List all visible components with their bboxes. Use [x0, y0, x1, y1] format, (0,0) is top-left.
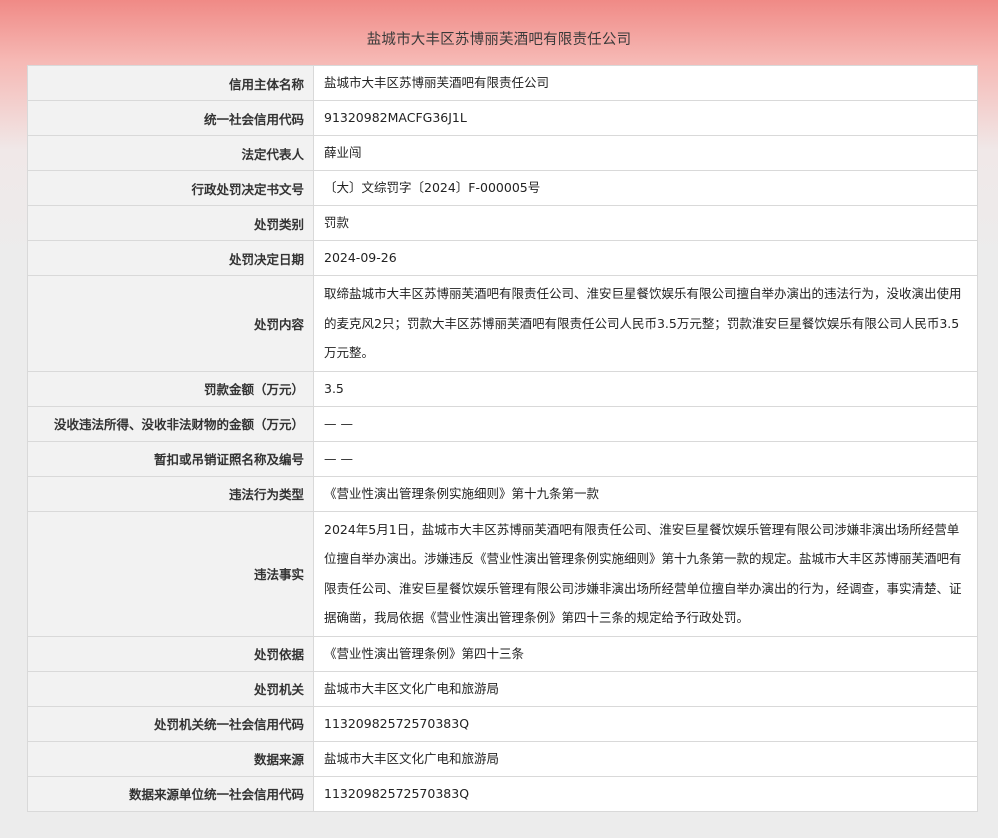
field-value-authority-credit-code: 11320982572570383Q: [313, 705, 978, 742]
field-value-decision-number: 〔大〕文综罚字〔2024〕F-000005号: [313, 170, 978, 206]
table-row: 数据来源单位统一社会信用代码 11320982572570383Q: [27, 775, 978, 812]
table-row: 信用主体名称 盐城市大丰区苏博丽芙酒吧有限责任公司: [27, 65, 978, 101]
table-row: 统一社会信用代码 91320982MACFG36J1L: [27, 100, 978, 136]
table-row: 处罚内容 取缔盐城市大丰区苏博丽芙酒吧有限责任公司、淮安巨星餐饮娱乐有限公司擅自…: [27, 275, 978, 372]
field-label-legal-representative: 法定代表人: [27, 135, 314, 171]
table-row: 法定代表人 薛业闯: [27, 135, 978, 171]
field-value-license-revocation: — —: [313, 440, 978, 477]
field-label-data-source-credit-code: 数据来源单位统一社会信用代码: [27, 775, 314, 812]
table-row: 处罚机关统一社会信用代码 11320982572570383Q: [27, 705, 978, 742]
field-label-penalty-basis: 处罚依据: [27, 635, 314, 672]
table-row: 处罚决定日期 2024-09-26: [27, 240, 978, 276]
table-row: 没收违法所得、没收非法财物的金额（万元） — —: [27, 405, 978, 442]
field-label-decision-date: 处罚决定日期: [27, 240, 314, 276]
field-label-penalty-authority: 处罚机关: [27, 670, 314, 707]
field-value-decision-date: 2024-09-26: [313, 240, 978, 276]
field-value-data-source: 盐城市大丰区文化广电和旅游局: [313, 740, 978, 777]
field-label-violation-facts: 违法事实: [27, 510, 314, 637]
field-label-fine-amount: 罚款金额（万元）: [27, 370, 314, 407]
field-label-license-revocation: 暂扣或吊销证照名称及编号: [27, 440, 314, 477]
table-row: 数据来源 盐城市大丰区文化广电和旅游局: [27, 740, 978, 777]
field-label-authority-credit-code: 处罚机关统一社会信用代码: [27, 705, 314, 742]
field-value-penalty-content: 取缔盐城市大丰区苏博丽芙酒吧有限责任公司、淮安巨星餐饮娱乐有限公司擅自举办演出的…: [313, 275, 978, 372]
field-value-violation-type: 《营业性演出管理条例实施细则》第十九条第一款: [313, 475, 978, 512]
table-row: 违法事实 2024年5月1日，盐城市大丰区苏博丽芙酒吧有限责任公司、淮安巨星餐饮…: [27, 510, 978, 637]
field-value-confiscation-amount: — —: [313, 405, 978, 442]
field-value-penalty-category: 罚款: [313, 205, 978, 241]
table-row: 处罚机关 盐城市大丰区文化广电和旅游局: [27, 670, 978, 707]
table-row: 罚款金额（万元） 3.5: [27, 370, 978, 407]
field-label-penalty-category: 处罚类别: [27, 205, 314, 241]
page-title: 盐城市大丰区苏博丽芙酒吧有限责任公司: [366, 32, 632, 48]
field-value-fine-amount: 3.5: [313, 370, 978, 407]
table-row: 暂扣或吊销证照名称及编号 — —: [27, 440, 978, 477]
field-label-data-source: 数据来源: [27, 740, 314, 777]
field-value-data-source-credit-code: 11320982572570383Q: [313, 775, 978, 812]
field-label-confiscation-amount: 没收违法所得、没收非法财物的金额（万元）: [27, 405, 314, 442]
table-row: 行政处罚决定书文号 〔大〕文综罚字〔2024〕F-000005号: [27, 170, 978, 206]
table-row: 处罚类别 罚款: [27, 205, 978, 241]
field-value-unified-credit-code: 91320982MACFG36J1L: [313, 100, 978, 136]
field-label-decision-number: 行政处罚决定书文号: [27, 170, 314, 206]
field-label-violation-type: 违法行为类型: [27, 475, 314, 512]
field-value-credit-subject-name: 盐城市大丰区苏博丽芙酒吧有限责任公司: [313, 65, 978, 101]
field-value-penalty-basis: 《营业性演出管理条例》第四十三条: [313, 635, 978, 672]
field-label-unified-credit-code: 统一社会信用代码: [27, 100, 314, 136]
field-value-penalty-authority: 盐城市大丰区文化广电和旅游局: [313, 670, 978, 707]
field-label-credit-subject-name: 信用主体名称: [27, 65, 314, 101]
field-value-legal-representative: 薛业闯: [313, 135, 978, 171]
table-row: 处罚依据 《营业性演出管理条例》第四十三条: [27, 635, 978, 672]
field-label-penalty-content: 处罚内容: [27, 275, 314, 372]
field-value-violation-facts: 2024年5月1日，盐城市大丰区苏博丽芙酒吧有限责任公司、淮安巨星餐饮娱乐管理有…: [313, 510, 978, 637]
penalty-record-table: 信用主体名称 盐城市大丰区苏博丽芙酒吧有限责任公司 统一社会信用代码 91320…: [27, 65, 978, 812]
table-row: 违法行为类型 《营业性演出管理条例实施细则》第十九条第一款: [27, 475, 978, 512]
